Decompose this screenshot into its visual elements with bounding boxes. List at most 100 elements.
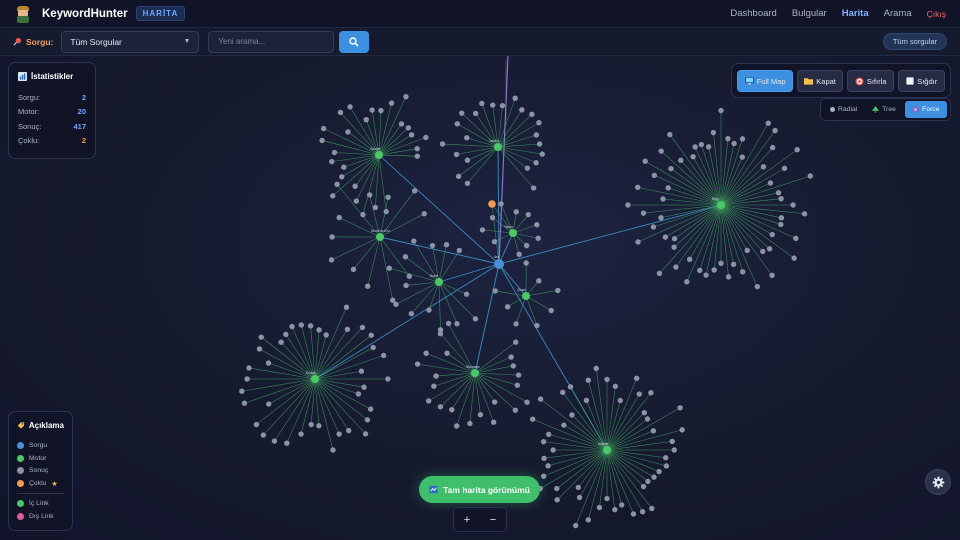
result-node[interactable] — [258, 334, 264, 340]
result-node[interactable] — [793, 235, 799, 242]
result-node[interactable] — [554, 485, 560, 492]
fit-button[interactable]: Sığdır — [898, 70, 945, 92]
result-node[interactable] — [353, 198, 359, 204]
result-node[interactable] — [662, 455, 669, 461]
result-node[interactable] — [593, 365, 599, 372]
result-node[interactable] — [330, 447, 336, 453]
result-node[interactable] — [649, 505, 655, 512]
result-node[interactable] — [472, 316, 479, 322]
result-node[interactable] — [541, 455, 547, 461]
result-node[interactable] — [625, 202, 631, 208]
result-node[interactable] — [437, 331, 444, 337]
result-node[interactable] — [673, 264, 679, 270]
result-node[interactable] — [513, 209, 519, 215]
result-node[interactable] — [355, 391, 362, 397]
result-node[interactable] — [662, 234, 669, 240]
layout-radial[interactable]: Radial — [824, 101, 863, 118]
result-node[interactable] — [554, 497, 560, 503]
result-node[interactable] — [540, 438, 547, 445]
result-node[interactable] — [408, 132, 415, 138]
result-node[interactable] — [534, 221, 540, 228]
result-node[interactable] — [414, 361, 421, 367]
engine-node[interactable] — [311, 375, 319, 383]
result-node[interactable] — [767, 180, 774, 186]
result-node[interactable] — [769, 231, 775, 238]
result-node[interactable] — [343, 304, 350, 310]
result-node[interactable] — [352, 183, 358, 189]
all-queries-button[interactable]: Tüm sorgular — [882, 33, 947, 50]
result-node[interactable] — [490, 419, 497, 425]
result-node[interactable] — [658, 148, 664, 154]
result-node[interactable] — [778, 221, 784, 228]
result-node[interactable] — [464, 157, 471, 163]
result-node[interactable] — [328, 257, 335, 263]
engine-node[interactable] — [717, 201, 725, 209]
result-node[interactable] — [386, 265, 392, 271]
result-node[interactable] — [665, 185, 671, 191]
result-node[interactable] — [769, 144, 776, 151]
search-input[interactable] — [208, 30, 335, 53]
result-node[interactable] — [640, 483, 647, 490]
nav-arama[interactable]: Arama — [884, 8, 912, 19]
result-node[interactable] — [585, 377, 592, 383]
result-node[interactable] — [398, 121, 405, 127]
result-node[interactable] — [658, 215, 664, 221]
result-node[interactable] — [504, 304, 511, 310]
result-node[interactable] — [388, 100, 395, 106]
result-node[interactable] — [697, 267, 703, 274]
result-node[interactable] — [467, 420, 473, 427]
result-node[interactable] — [612, 506, 618, 513]
result-node[interactable] — [791, 255, 797, 261]
nav-logout[interactable]: Çıkış — [927, 9, 946, 19]
result-node[interactable] — [778, 195, 784, 202]
result-node[interactable] — [323, 332, 329, 338]
result-node[interactable] — [411, 238, 417, 244]
result-node[interactable] — [426, 307, 432, 313]
result-node[interactable] — [492, 288, 498, 294]
result-node[interactable] — [525, 211, 531, 218]
result-node[interactable] — [239, 388, 245, 394]
engine-node[interactable] — [603, 446, 611, 454]
result-node[interactable] — [408, 310, 415, 317]
result-node[interactable] — [656, 468, 662, 475]
result-node[interactable] — [429, 242, 436, 249]
result-node[interactable] — [711, 267, 717, 273]
result-node[interactable] — [307, 323, 314, 329]
result-node[interactable] — [423, 134, 429, 141]
result-node[interactable] — [367, 406, 374, 412]
result-node[interactable] — [650, 428, 657, 434]
result-node[interactable] — [329, 234, 335, 240]
result-node[interactable] — [555, 287, 561, 294]
result-node[interactable] — [656, 270, 663, 277]
result-node[interactable] — [423, 350, 429, 356]
result-node[interactable] — [463, 291, 470, 297]
result-node[interactable] — [739, 154, 746, 160]
result-node[interactable] — [490, 102, 496, 108]
result-node[interactable] — [648, 390, 654, 396]
result-node[interactable] — [686, 256, 693, 263]
result-node[interactable] — [744, 247, 750, 254]
result-node[interactable] — [508, 354, 514, 360]
result-node[interactable] — [319, 137, 325, 144]
result-node[interactable] — [523, 260, 529, 266]
result-node[interactable] — [536, 141, 543, 147]
result-node[interactable] — [635, 239, 641, 245]
result-node[interactable] — [545, 463, 551, 469]
result-node[interactable] — [370, 344, 376, 351]
result-node[interactable] — [513, 339, 519, 345]
result-node[interactable] — [329, 158, 335, 165]
result-node[interactable] — [358, 368, 365, 374]
result-node[interactable] — [513, 321, 519, 327]
result-node[interactable] — [491, 239, 498, 245]
result-node[interactable] — [576, 494, 583, 501]
result-node[interactable] — [510, 363, 516, 369]
result-node[interactable] — [331, 149, 338, 156]
result-node[interactable] — [515, 372, 522, 378]
result-node[interactable] — [360, 211, 366, 218]
result-node[interactable] — [769, 272, 775, 279]
result-node[interactable] — [523, 242, 530, 249]
result-node[interactable] — [677, 405, 683, 411]
result-node[interactable] — [366, 192, 373, 198]
result-node[interactable] — [667, 131, 673, 138]
result-node[interactable] — [636, 391, 642, 397]
